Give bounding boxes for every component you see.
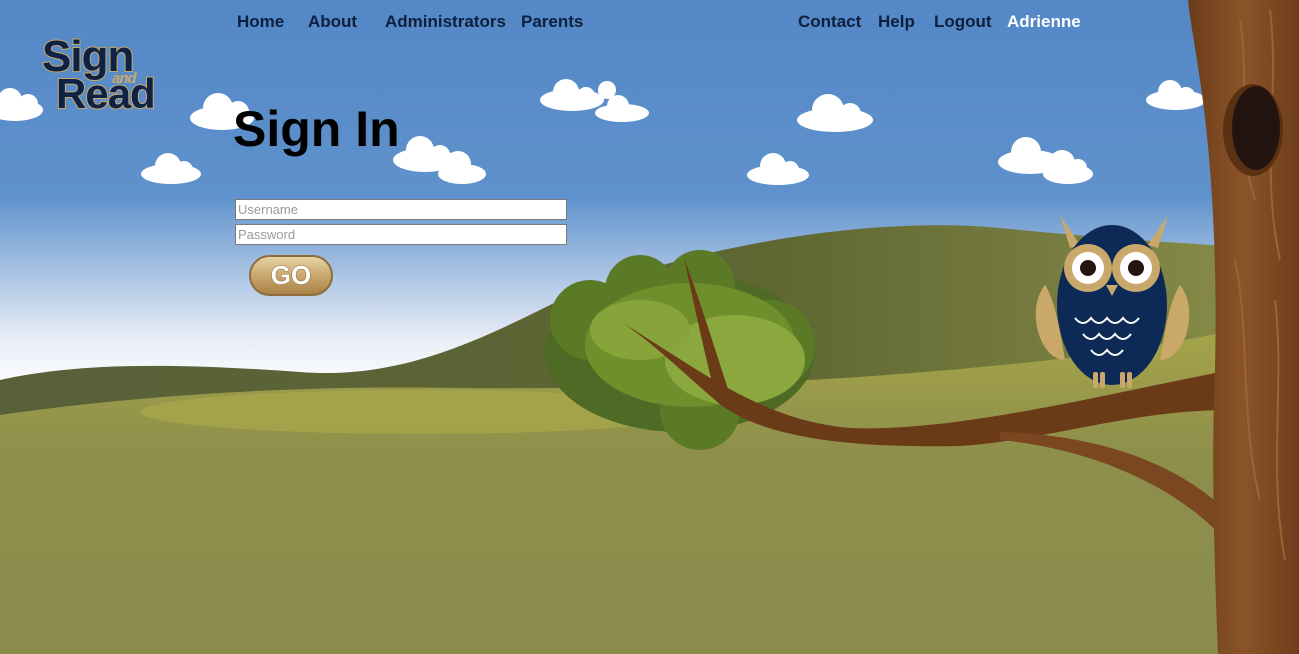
go-button[interactable]: GO [249,255,333,296]
page-title: Sign In [233,101,400,157]
nav-user-link[interactable]: Adrienne [1007,12,1081,36]
nav-home-link[interactable]: Home [237,12,284,36]
logo-read-text: Read [55,69,157,118]
password-field[interactable] [235,224,567,245]
nav-logout-link[interactable]: Logout [934,12,992,36]
scenic-background [0,0,1299,654]
nav-contact-link[interactable]: Contact [798,12,861,36]
go-button-label: GO [270,260,312,291]
nav-about-link[interactable]: About [308,12,357,36]
nav-administrators-link[interactable]: Administrators [385,12,506,36]
nav-parents-link[interactable]: Parents [521,12,583,36]
logo-and-text: and [112,70,137,87]
sign-and-read-logo[interactable]: Sign Read and [40,31,170,118]
username-field[interactable] [235,199,567,220]
nav-help-link[interactable]: Help [878,12,915,36]
